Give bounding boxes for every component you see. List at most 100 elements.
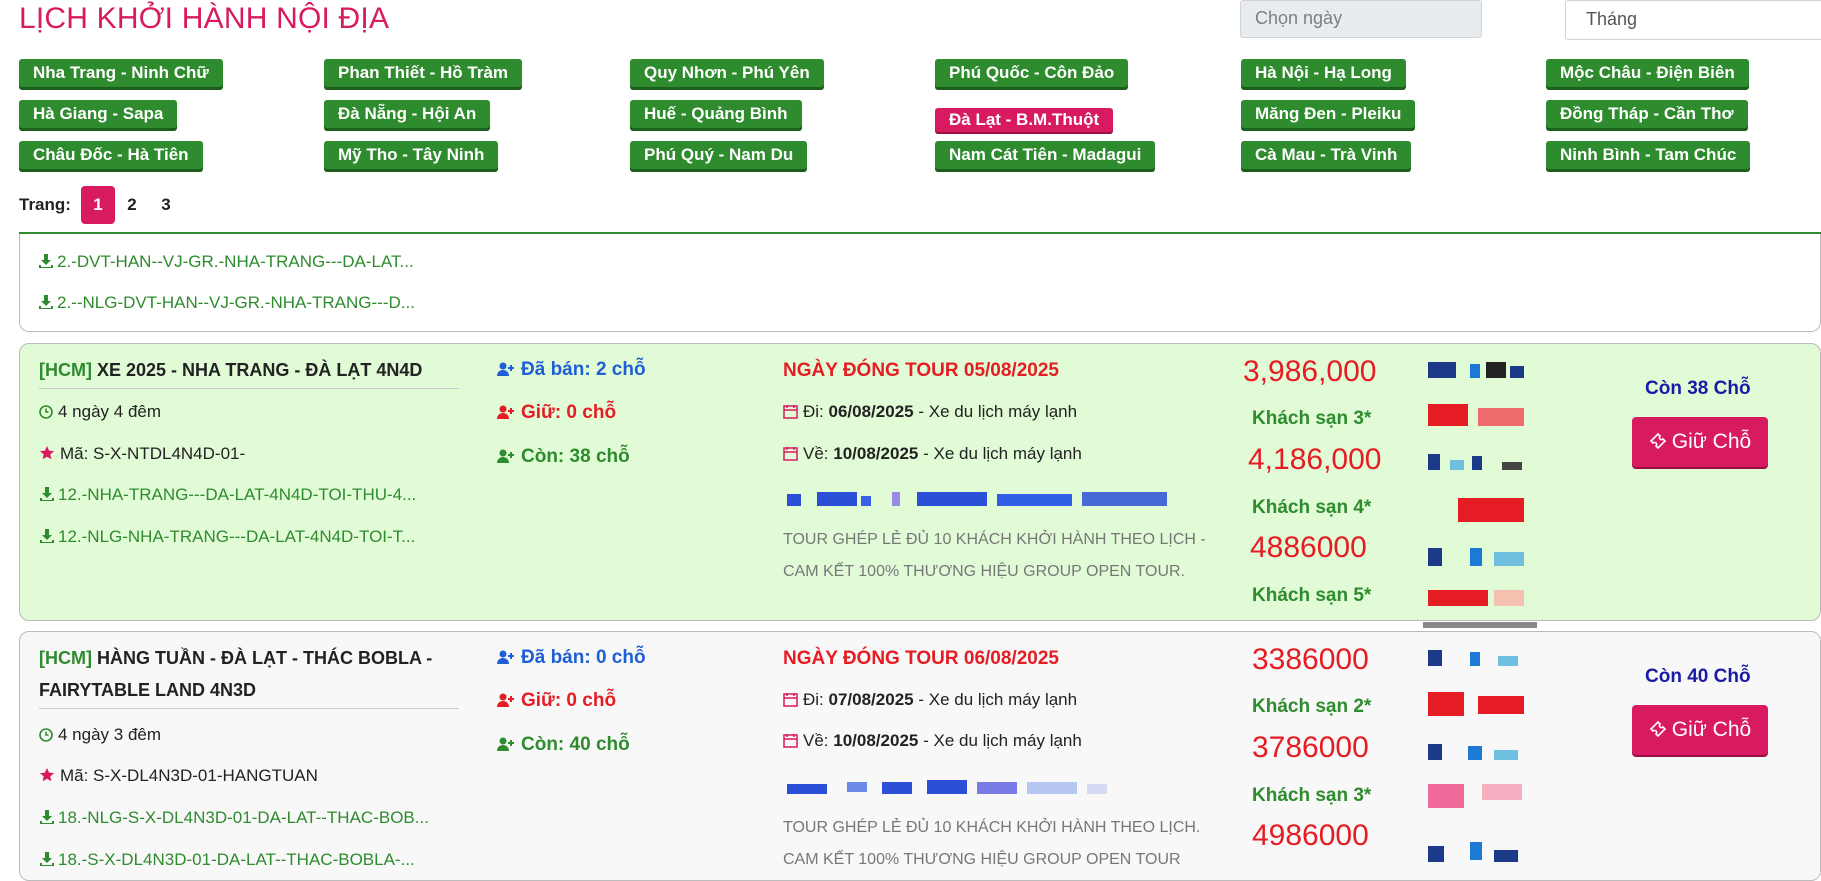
file-name: 18.-S-X-DL4N3D-01-DA-LAT--THAC-BOBLA-...	[58, 850, 415, 869]
note-line: CAM KẾT 100% THƯƠNG HIỆU GROUP OPEN TOUR…	[783, 563, 1185, 580]
page-link-current[interactable]: 1	[80, 186, 115, 224]
hotel-class: Khách sạn 3*	[1252, 408, 1372, 429]
note-line: CAM KẾT 100% THƯƠNG HIỆU GROUP OPEN TOUR	[783, 851, 1181, 868]
calendar-icon	[783, 734, 798, 748]
sold-count: Đã bán: 2 chỗ	[496, 359, 646, 381]
page-link[interactable]: 2	[115, 186, 149, 224]
route-button[interactable]: Phan Thiết - Hồ Tràm	[324, 59, 523, 87]
sold-text: Đã bán: 2 chỗ	[521, 359, 646, 380]
tour-name: XE 2025 - NHA TRANG - ĐÀ LẠT 4N4D	[97, 360, 423, 380]
sold-text: Đã bán: 0 chỗ	[521, 647, 646, 668]
page-link[interactable]: 3	[149, 186, 183, 224]
hold-seat-label: Giữ Chỗ	[1671, 430, 1752, 453]
pagination: Trang: 1 2 3	[19, 186, 183, 224]
remaining-count: Còn: 40 chỗ	[496, 734, 630, 756]
route-button[interactable]: Ninh Bình - Tam Chúc	[1546, 141, 1751, 169]
user-plus-icon	[497, 650, 514, 664]
seats-left-label: Còn 38 Chỗ	[1645, 378, 1751, 399]
duration-text: 4 ngày 3 đêm	[58, 725, 162, 744]
user-plus-icon	[497, 449, 514, 463]
pixelated-images-redacted	[1428, 650, 1528, 870]
price: 4886000	[1250, 531, 1367, 564]
price: 3786000	[1252, 731, 1369, 764]
route-button[interactable]: Hà Giang - Sapa	[19, 100, 178, 128]
tour-duration: 4 ngày 3 đêm	[39, 725, 161, 745]
close-date: NGÀY ĐÓNG TOUR 06/08/2025	[783, 648, 1059, 669]
star-icon	[39, 446, 55, 460]
pixelated-images-redacted	[1428, 362, 1528, 612]
route-button[interactable]: Nam Cát Tiên - Madagui	[935, 141, 1156, 169]
depart-line: Đi: 06/08/2025 - Xe du lịch máy lạnh	[783, 402, 1077, 422]
hotel-class: Khách sạn 3*	[1252, 785, 1372, 806]
route-button-active[interactable]: Đà Lạt - B.M.Thuột	[935, 108, 1114, 132]
depart-prefix: Đi:	[803, 690, 824, 709]
hold-seat-label: Giữ Chỗ	[1671, 718, 1752, 741]
route-button[interactable]: Quy Nhơn - Phú Yên	[630, 59, 824, 87]
pixelated-text-redacted	[787, 778, 1147, 796]
calendar-icon	[783, 693, 798, 707]
close-date: NGÀY ĐÓNG TOUR 05/08/2025	[783, 360, 1059, 381]
page-title: LỊCH KHỞI HÀNH NỘI ĐỊA	[19, 2, 390, 35]
remaining-text: Còn: 38 chỗ	[521, 446, 630, 467]
route-button[interactable]: Huế - Quảng Bình	[630, 100, 802, 128]
duration-text: 4 ngày 4 đêm	[58, 402, 162, 421]
held-count: Giữ: 0 chỗ	[496, 690, 616, 712]
file-download-link[interactable]: 18.-S-X-DL4N3D-01-DA-LAT--THAC-BOBLA-...	[39, 850, 415, 870]
route-button[interactable]: Phú Quý - Nam Du	[630, 141, 808, 169]
return-date: 10/08/2025	[833, 444, 919, 463]
user-plus-icon	[497, 737, 514, 751]
tour-code: Mã: S-X-DL4N3D-01-HANGTUAN	[39, 766, 318, 786]
route-button[interactable]: Đồng Tháp - Cần Thơ	[1546, 100, 1748, 128]
route-button[interactable]: Phú Quốc - Côn Đảo	[935, 59, 1129, 87]
depart-prefix: Đi:	[803, 402, 824, 421]
held-text: Giữ: 0 chỗ	[521, 402, 617, 423]
previous-tour-files: 2.-DVT-HAN--VJ-GR.-NHA-TRANG---DA-LAT...…	[19, 234, 1821, 332]
seats-left-label: Còn 40 Chỗ	[1645, 666, 1751, 687]
return-line: Về: 10/08/2025 - Xe du lịch máy lạnh	[783, 444, 1082, 464]
depart-date: 07/08/2025	[828, 690, 914, 709]
return-prefix: Về:	[803, 731, 829, 750]
return-line: Về: 10/08/2025 - Xe du lịch máy lạnh	[783, 731, 1082, 751]
file-download-link[interactable]: 18.-NLG-S-X-DL4N3D-01-DA-LAT--THAC-BOB..…	[39, 808, 429, 828]
file-download-link[interactable]: 12.-NLG-NHA-TRANG---DA-LAT-4N4D-TOI-T...	[39, 527, 415, 547]
date-picker-input[interactable]: Chọn ngày	[1240, 0, 1482, 38]
route-button[interactable]: Măng Đen - Pleiku	[1241, 100, 1416, 128]
calendar-icon	[783, 405, 798, 419]
tour-title[interactable]: [HCM] XE 2025 - NHA TRANG - ĐÀ LẠT 4N4D	[39, 354, 459, 389]
depart-vehicle: - Xe du lịch máy lạnh	[918, 690, 1078, 709]
tour-region-tag: [HCM]	[39, 648, 92, 668]
route-button[interactable]: Châu Đốc - Hà Tiên	[19, 141, 203, 169]
code-text: Mã: S-X-DL4N3D-01-HANGTUAN	[60, 766, 318, 785]
route-button[interactable]: Mỹ Tho - Tây Ninh	[324, 141, 499, 169]
tour-note: TOUR GHÉP LẺ ĐỦ 10 KHÁCH KHỞI HÀNH THEO …	[783, 812, 1243, 876]
route-button[interactable]: Mộc Châu - Điện Biên	[1546, 59, 1749, 87]
file-download-link[interactable]: 12.-NHA-TRANG---DA-LAT-4N4D-TOI-THU-4...	[39, 485, 416, 505]
tour-note: TOUR GHÉP LẺ ĐỦ 10 KHÁCH KHỞI HÀNH THEO …	[783, 524, 1243, 588]
price: 4986000	[1252, 819, 1369, 852]
file-name: 12.-NHA-TRANG---DA-LAT-4N4D-TOI-THU-4...	[58, 485, 417, 504]
ticket-icon	[1649, 432, 1666, 450]
route-button[interactable]: Nha Trang - Ninh Chữ	[19, 59, 223, 87]
file-download-link[interactable]: 2.-DVT-HAN--VJ-GR.-NHA-TRANG---DA-LAT...	[38, 252, 414, 272]
month-select[interactable]: Tháng	[1565, 0, 1821, 40]
route-button[interactable]: Hà Nội - Hạ Long	[1241, 59, 1406, 87]
held-count: Giữ: 0 chỗ	[496, 402, 616, 424]
note-line: TOUR GHÉP LẺ ĐỦ 10 KHÁCH KHỞI HÀNH THEO …	[783, 531, 1206, 548]
sold-count: Đã bán: 0 chỗ	[496, 647, 646, 669]
remaining-count: Còn: 38 chỗ	[496, 446, 630, 468]
image-scrollbar[interactable]	[1423, 622, 1537, 628]
tour-duration: 4 ngày 4 đêm	[39, 402, 161, 422]
return-prefix: Về:	[803, 444, 829, 463]
tour-title[interactable]: [HCM] HÀNG TUẦN - ĐÀ LẠT - THÁC BOBLA - …	[39, 642, 459, 709]
hold-seat-button[interactable]: Giữ Chỗ	[1632, 705, 1768, 755]
route-button[interactable]: Cà Mau - Trà Vinh	[1241, 141, 1412, 169]
hold-seat-button[interactable]: Giữ Chỗ	[1632, 417, 1768, 467]
route-button[interactable]: Đà Nẵng - Hội An	[324, 100, 491, 128]
depart-line: Đi: 07/08/2025 - Xe du lịch máy lạnh	[783, 690, 1077, 710]
file-download-link[interactable]: 2.--NLG-DVT-HAN--VJ-GR.-NHA-TRANG---D...	[38, 293, 415, 313]
hotel-class: Khách sạn 2*	[1252, 696, 1372, 717]
return-vehicle: - Xe du lịch máy lạnh	[923, 731, 1082, 750]
pagination-label: Trang:	[19, 195, 71, 214]
user-plus-icon	[497, 693, 514, 707]
pixelated-text-redacted	[787, 490, 1167, 508]
